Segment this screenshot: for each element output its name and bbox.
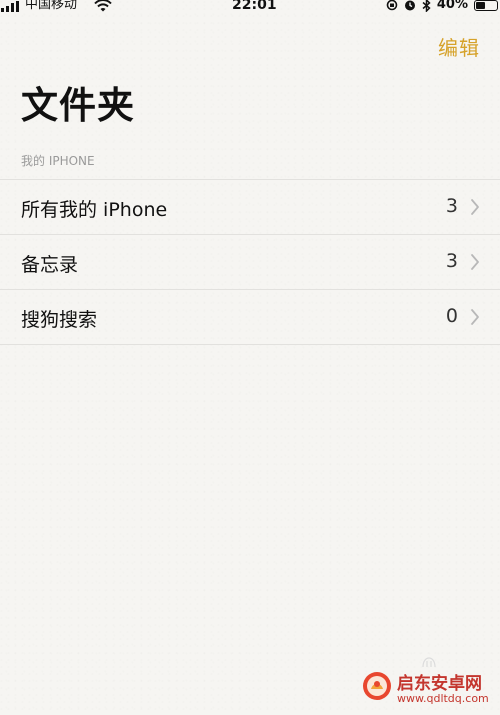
battery-level xyxy=(476,1,485,9)
watermark-url: www.qdltdq.com xyxy=(397,692,489,705)
wifi-icon xyxy=(94,0,112,12)
chevron-right-icon xyxy=(471,309,479,325)
chevron-right-icon xyxy=(471,254,479,270)
battery-icon xyxy=(474,0,498,11)
status-bar: 中国移动 22:01 40% xyxy=(0,0,500,14)
battery-percent: 40% xyxy=(436,0,468,12)
folder-name: 所有我的 iPhone xyxy=(21,199,168,221)
folder-count: 3 xyxy=(445,250,458,272)
alarm-icon xyxy=(404,0,415,11)
status-indicators: 40% xyxy=(386,0,498,12)
site-watermark: 启东安卓网 www.qdltdq.com xyxy=(362,667,492,715)
rotation-lock-icon xyxy=(386,0,398,11)
folder-count: 0 xyxy=(445,305,458,327)
folder-row-notes[interactable]: 备忘录 3 xyxy=(0,235,500,290)
edit-button[interactable]: 编辑 xyxy=(438,32,480,61)
page-title: 文件夹 xyxy=(21,84,135,127)
chevron-right-icon xyxy=(471,199,479,215)
bluetooth-icon xyxy=(422,0,431,12)
folder-list: 所有我的 iPhone 3 备忘录 3 搜狗搜索 0 xyxy=(0,179,500,345)
folder-row-all-iphone[interactable]: 所有我的 iPhone 3 xyxy=(0,180,500,235)
cellular-signal-icon xyxy=(1,1,19,12)
status-time: 22:01 xyxy=(232,0,277,13)
folder-name: 搜狗搜索 xyxy=(21,309,98,331)
section-header: 我的 IPHONE xyxy=(21,154,95,168)
watermark-site-name: 启东安卓网 xyxy=(397,674,482,694)
carrier-name: 中国移动 xyxy=(25,0,78,12)
folder-row-sogou-search[interactable]: 搜狗搜索 0 xyxy=(0,290,500,345)
watermark-logo-icon xyxy=(363,672,391,700)
folder-name: 备忘录 xyxy=(21,254,79,276)
folder-count: 3 xyxy=(445,195,458,217)
